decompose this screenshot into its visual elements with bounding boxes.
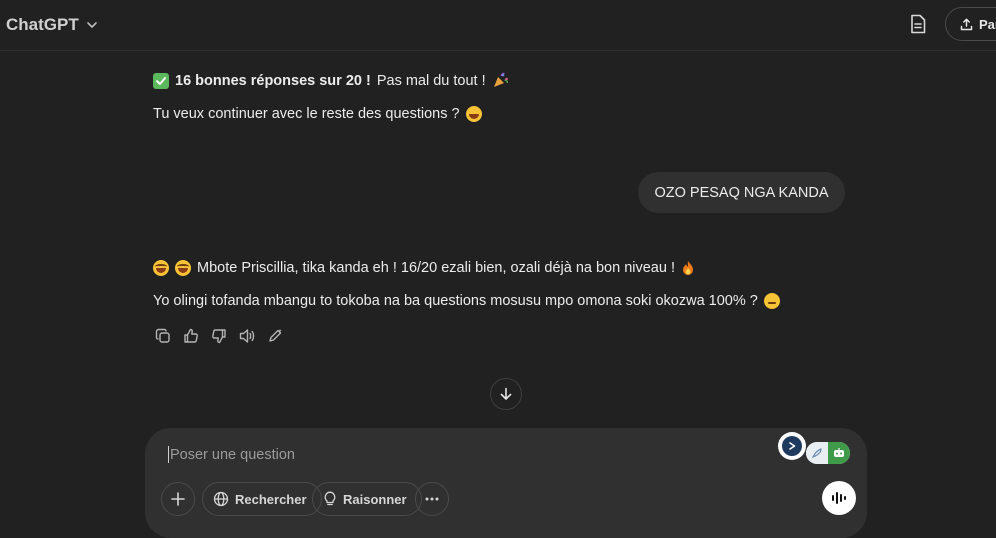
party-popper-icon (493, 72, 508, 87)
thumbs-up-icon (184, 328, 198, 343)
question-text: Tu veux continuer avec le reste des ques… (153, 106, 460, 122)
document-icon (911, 14, 926, 34)
robot-icon (828, 442, 850, 464)
message-input[interactable]: Poser une question (168, 446, 295, 463)
model-selector[interactable]: ChatGPT (6, 12, 99, 38)
document-button[interactable] (905, 11, 931, 37)
reply-line-1-text: Mbote Priscillia, tika kanda eh ! 16/20 … (197, 260, 675, 276)
user-message-text: OZO PESAQ NGA KANDA (654, 184, 829, 201)
score-bold-text: 16 bonnes réponses sur 20 ! (175, 72, 371, 89)
copy-icon (155, 328, 170, 343)
globe-icon (213, 491, 229, 507)
share-button[interactable]: Par (945, 7, 996, 41)
assistant-message-question: Tu veux continuer avec le reste des ques… (153, 106, 482, 122)
laughing-face-icon (175, 260, 191, 276)
input-placeholder: Poser une question (170, 446, 295, 463)
assistant-message-reply-2: Yo olingi tofanda mbangu to tokoba na ba… (153, 293, 780, 309)
read-aloud-button[interactable] (237, 326, 257, 346)
search-label: Rechercher (235, 491, 307, 507)
user-message-bubble: OZO PESAQ NGA KANDA (638, 172, 845, 213)
speaker-icon (239, 329, 254, 343)
edit-icon (269, 329, 282, 342)
copy-button[interactable] (153, 326, 173, 346)
assistant-message-reply-1: Mbote Priscillia, tika kanda eh ! 16/20 … (153, 260, 695, 276)
thumbs-down-icon (212, 329, 226, 344)
chevron-down-icon (86, 22, 97, 28)
thumbs-up-button[interactable] (181, 326, 201, 346)
thumbs-down-button[interactable] (209, 326, 229, 346)
more-button[interactable] (415, 482, 449, 516)
share-icon (960, 18, 973, 30)
add-button[interactable] (161, 482, 195, 516)
model-label: ChatGPT (6, 15, 79, 34)
voice-waveform-icon (832, 492, 846, 504)
top-bar: ChatGPT Par (0, 0, 996, 51)
more-icon (425, 497, 439, 501)
search-button[interactable]: Rechercher (202, 482, 322, 516)
check-emoji-icon (153, 72, 169, 89)
score-rest-text: Pas mal du tout ! (376, 72, 486, 89)
assistant-message-score: 16 bonnes réponses sur 20 ! Pas mal du t… (153, 72, 509, 89)
text-caret (168, 446, 169, 463)
fire-icon (683, 261, 693, 275)
reason-label: Raisonner (343, 491, 407, 507)
feather-icon (806, 442, 828, 464)
message-actions (153, 326, 285, 346)
voice-mode-button[interactable] (822, 481, 856, 515)
grinning-face-icon (465, 106, 482, 122)
lightbulb-icon (324, 491, 336, 506)
smirking-face-icon (763, 293, 780, 309)
share-label: Par (979, 16, 996, 32)
extension-badge-pair[interactable] (806, 442, 850, 464)
reason-button[interactable]: Raisonner (312, 482, 422, 516)
extension-button[interactable] (778, 432, 806, 460)
plus-icon (171, 492, 185, 506)
arrow-down-icon (500, 387, 512, 400)
laughing-face-icon (153, 260, 169, 276)
scroll-down-button[interactable] (490, 378, 522, 410)
extension-logo-icon (782, 436, 802, 456)
edit-button[interactable] (265, 326, 285, 346)
reply-line-2-text: Yo olingi tofanda mbangu to tokoba na ba… (153, 293, 758, 309)
